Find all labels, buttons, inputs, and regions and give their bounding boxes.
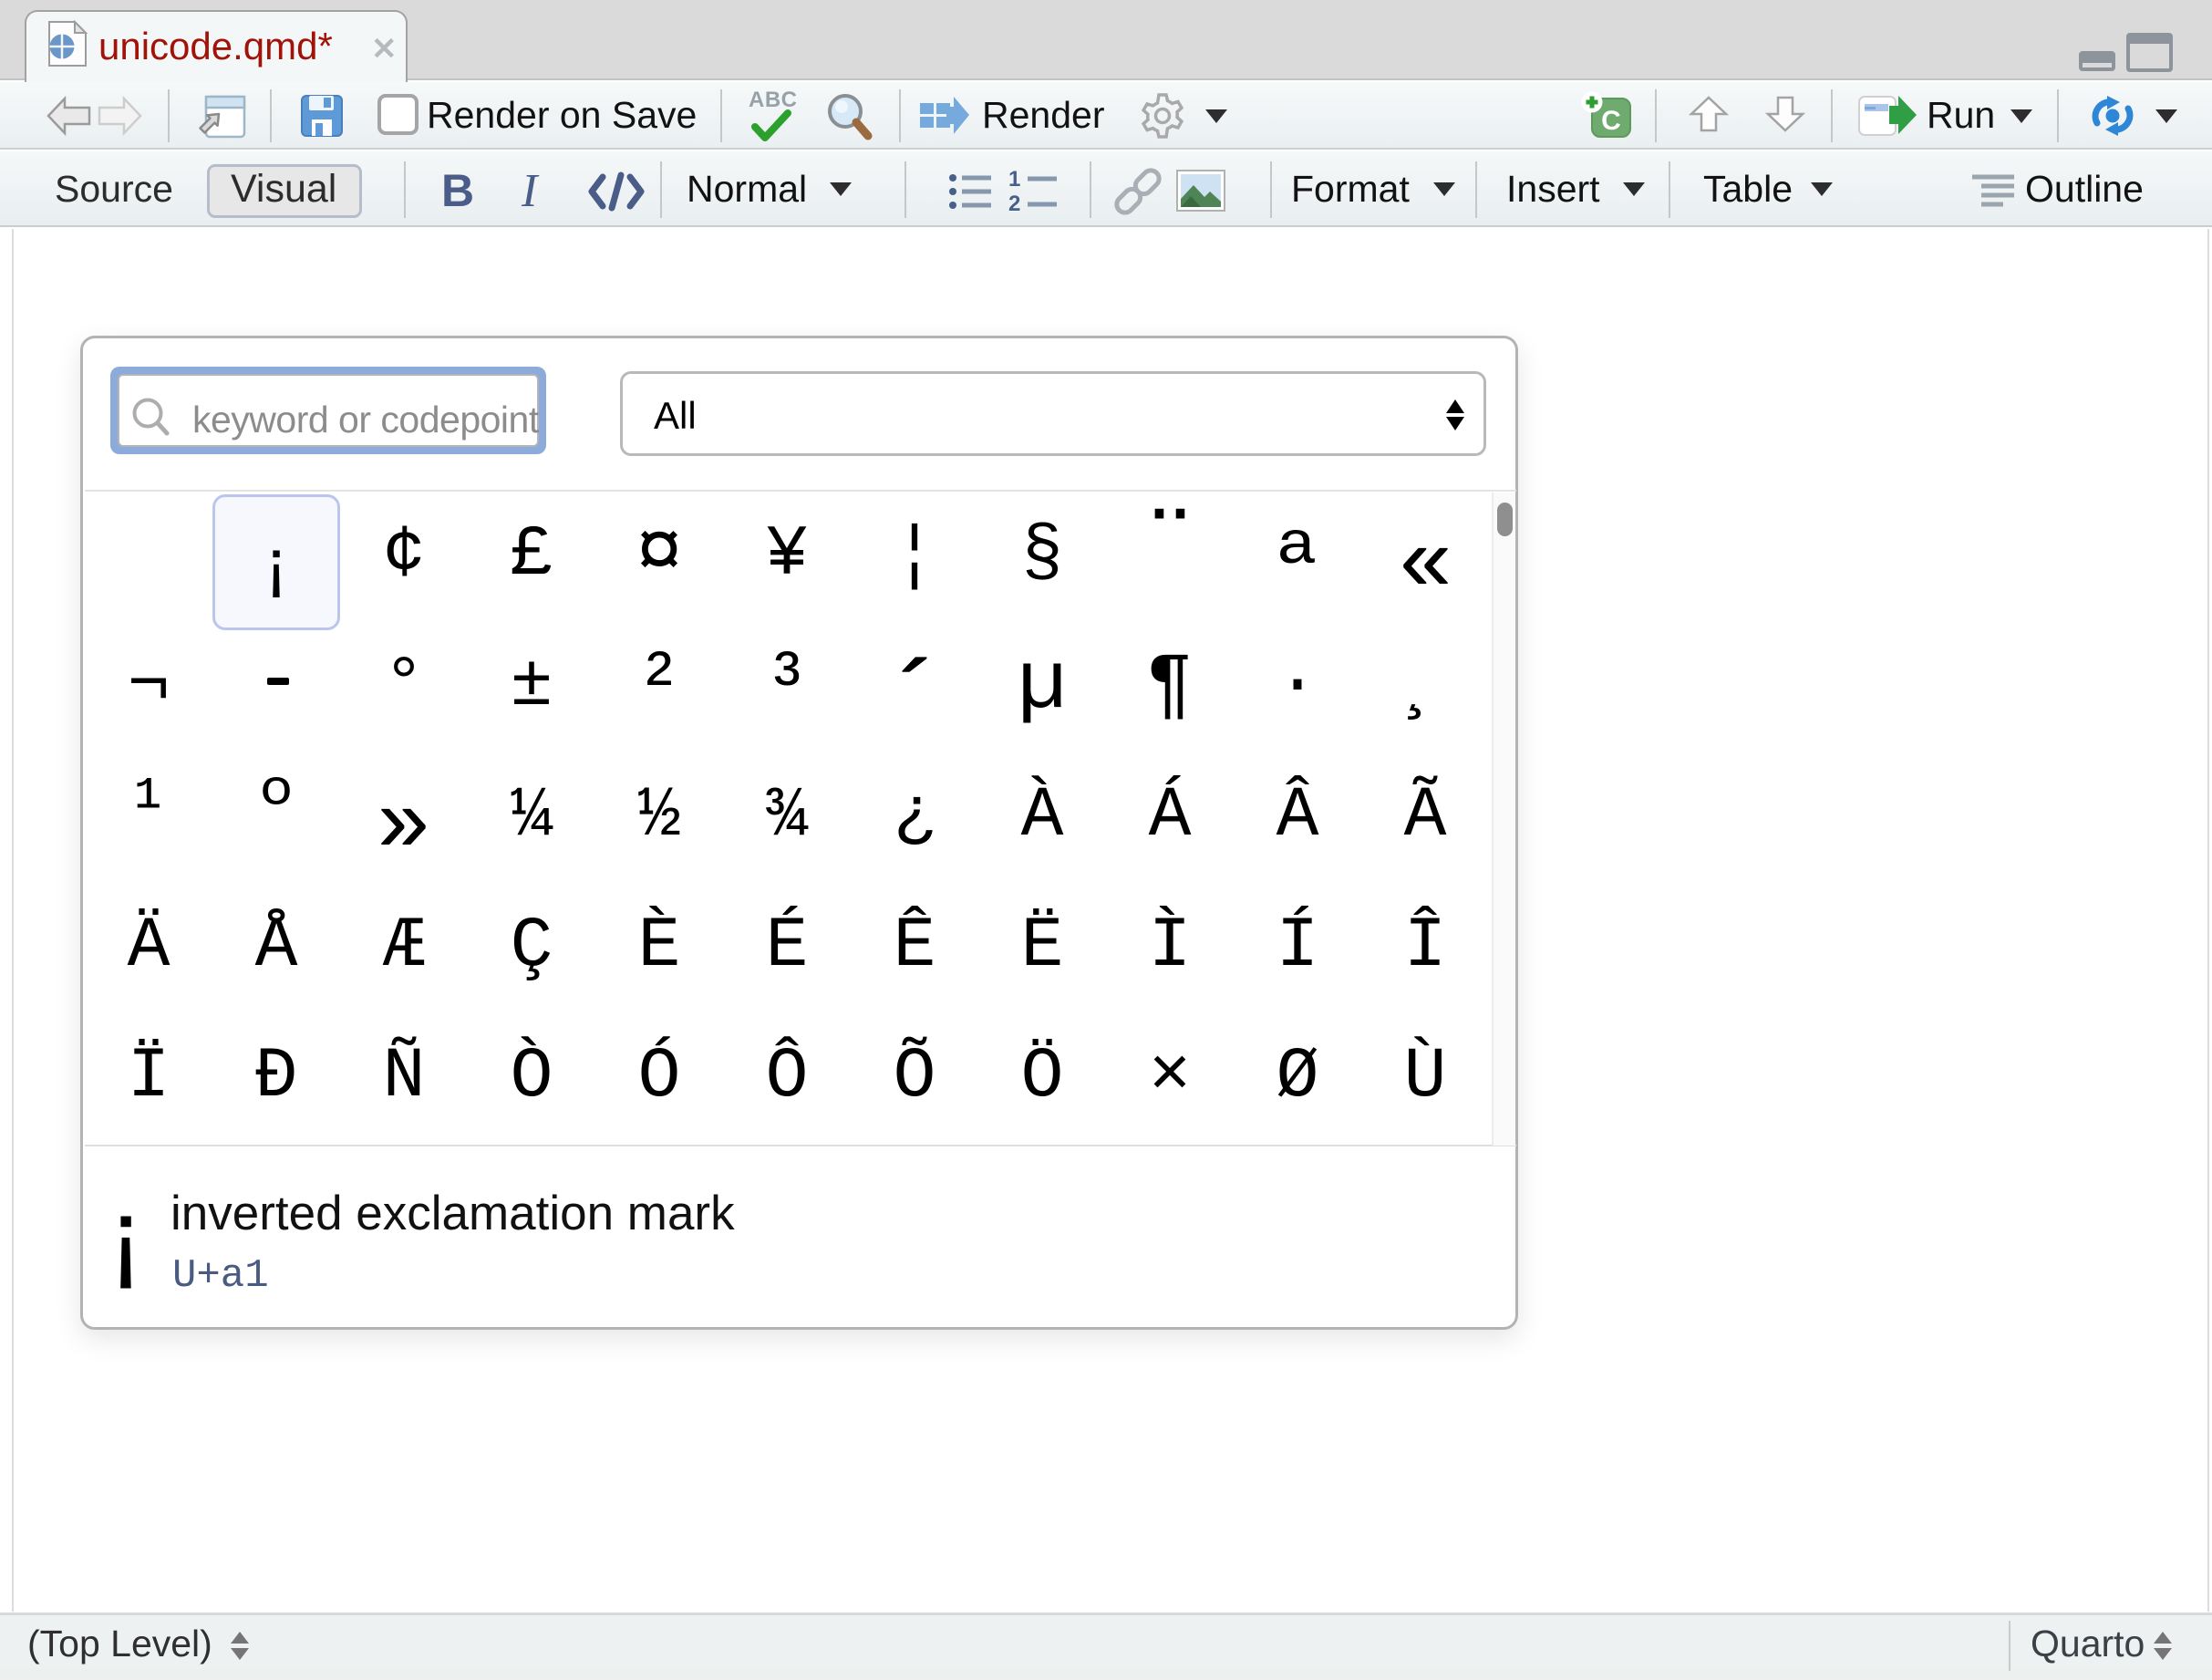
svg-text:C: C <box>1601 106 1621 136</box>
svg-text:1: 1 <box>1008 167 1020 192</box>
svg-text:2: 2 <box>1008 192 1020 216</box>
